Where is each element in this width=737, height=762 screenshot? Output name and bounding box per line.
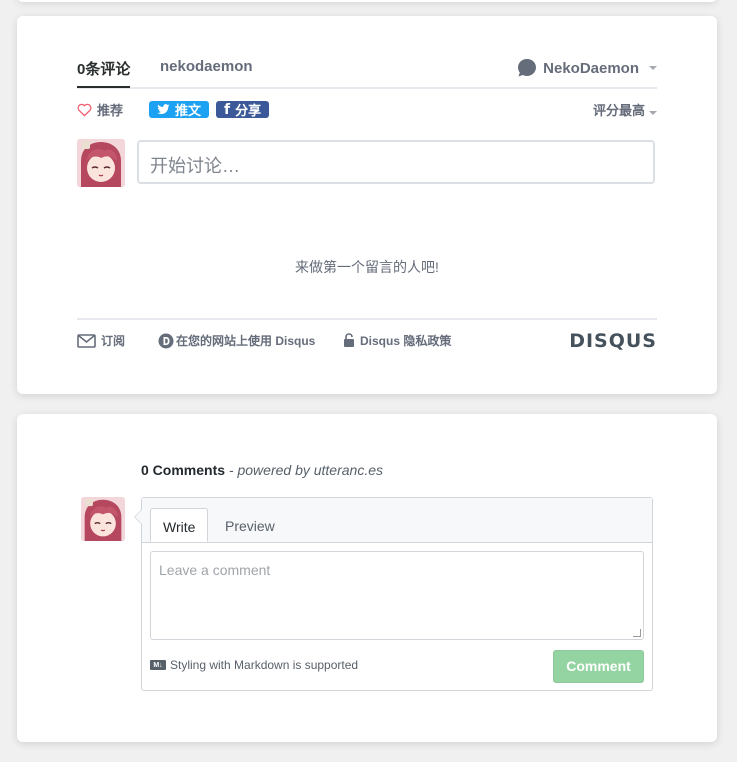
markdown-note: M↓ Styling with Markdown is supported <box>150 658 358 672</box>
comment-count: 0 Comments <box>141 462 226 478</box>
disqus-comments-card: 0条评论 nekodaemon NekoDaemon 推荐 推文 f 分享 评分… <box>17 16 717 394</box>
tweet-button[interactable]: 推文 <box>149 101 210 118</box>
subscribe-label: 订阅 <box>101 334 126 348</box>
user-menu[interactable]: NekoDaemon <box>517 58 657 78</box>
privacy-link[interactable]: Disqus 隐私政策 <box>343 332 451 349</box>
anime-avatar-icon <box>81 497 125 541</box>
lock-icon <box>344 333 354 347</box>
resize-handle-icon[interactable] <box>633 629 641 637</box>
chat-bubble-icon <box>518 59 537 77</box>
disqus-comment-input[interactable]: 开始讨论… <box>137 140 655 184</box>
facebook-share-button[interactable]: f 分享 <box>216 101 270 118</box>
add-disqus-label: 在您的网站上使用 Disqus <box>176 334 316 348</box>
editor-tabbar: Write Preview <box>142 498 652 543</box>
disqus-actions: 推荐 推文 f 分享 评分最高 <box>77 100 657 122</box>
recommend-button[interactable]: 推荐 <box>77 100 123 119</box>
add-disqus-link[interactable]: 在您的网站上使用 Disqus <box>158 332 315 349</box>
disqus-input-placeholder: 开始讨论… <box>150 156 240 176</box>
sort-label: 评分最高 <box>592 103 645 118</box>
tab-comment-count[interactable]: 0条评论 <box>77 58 131 88</box>
chevron-down-icon <box>649 111 657 115</box>
tweet-label: 推文 <box>175 103 202 118</box>
subscribe-link[interactable]: 订阅 <box>77 332 125 349</box>
twitter-icon <box>157 104 170 115</box>
user-name: NekoDaemon <box>543 59 639 77</box>
comment-placeholder: Leave a comment <box>159 562 271 578</box>
recommend-label: 推荐 <box>97 103 124 118</box>
previous-card-edge <box>17 0 717 2</box>
disqus-nav: 0条评论 nekodaemon NekoDaemon <box>77 56 657 89</box>
tab-preview[interactable]: Preview <box>213 508 287 542</box>
markdown-icon: M↓ <box>150 660 166 670</box>
disqus-logo[interactable]: DISQUS <box>569 330 657 352</box>
tab-write[interactable]: Write <box>150 508 209 542</box>
tab-community[interactable]: nekodaemon <box>160 58 253 75</box>
comment-button[interactable]: Comment <box>553 650 644 683</box>
markdown-note-text[interactable]: Styling with Markdown is supported <box>170 658 358 672</box>
comments-header: 0 Comments - powered by utteranc.es <box>141 462 383 478</box>
anime-avatar-icon <box>77 139 125 187</box>
powered-by-link[interactable]: - powered by utteranc.es <box>229 462 383 478</box>
disqus-footer: 订阅 在您的网站上使用 Disqus Disqus 隐私政策 DISQUS <box>77 318 657 356</box>
envelope-icon <box>77 333 96 348</box>
chevron-down-icon <box>649 66 657 70</box>
heart-icon <box>77 103 92 116</box>
disqus-d-icon <box>158 333 174 348</box>
comment-editor: Write Preview Leave a comment M↓ Styling… <box>134 497 653 691</box>
avatar <box>77 139 125 187</box>
sort-dropdown[interactable]: 评分最高 <box>593 100 657 119</box>
facebook-icon: f <box>224 101 231 118</box>
avatar <box>81 497 125 541</box>
empty-comments-message: 来做第一个留言的人吧! <box>295 259 439 275</box>
share-label: 分享 <box>235 103 262 118</box>
utterances-comments-card: 0 Comments - powered by utteranc.es Writ… <box>17 414 717 742</box>
privacy-label: Disqus 隐私政策 <box>360 334 452 348</box>
comment-textarea[interactable]: Leave a comment <box>150 551 644 640</box>
